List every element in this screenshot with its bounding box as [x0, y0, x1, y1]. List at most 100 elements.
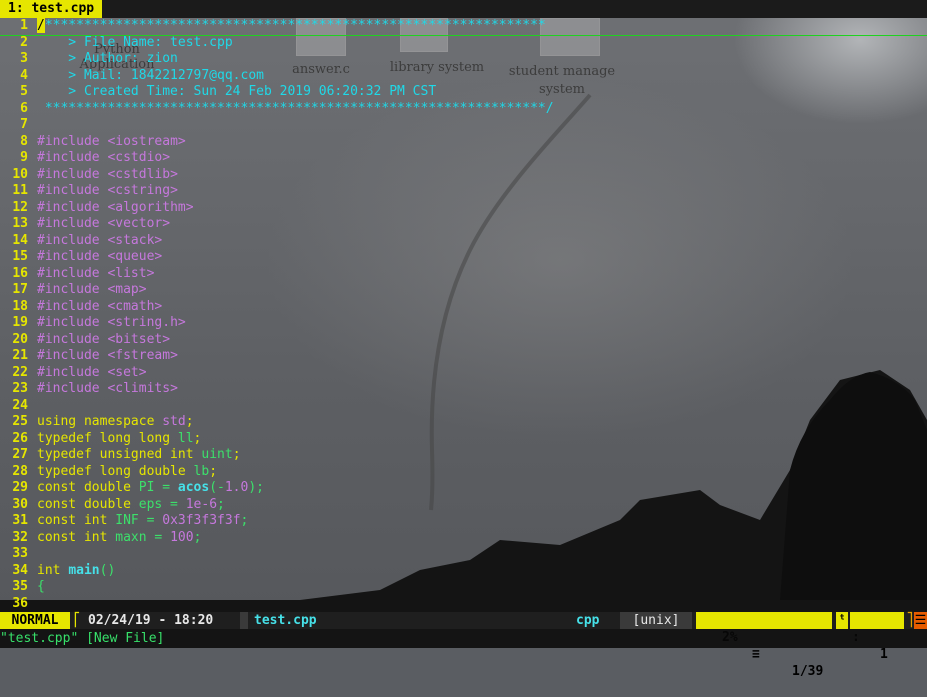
vim-editor-buffer[interactable]: 1/**************************************…	[0, 18, 927, 612]
code-line[interactable]: 30 const double eps = 1e-6;	[0, 497, 927, 514]
code-line[interactable]: 12 #include <algorithm>	[0, 200, 927, 217]
vim-command-line[interactable]: "test.cpp" [New File]	[0, 629, 927, 648]
code-line[interactable]: 25 using namespace std;	[0, 414, 927, 431]
menu-icon: ≡	[752, 647, 760, 662]
code-token: #include	[37, 282, 108, 297]
code-token: #include	[37, 232, 108, 248]
code-token: {	[37, 579, 45, 594]
line-position: 1/39	[792, 664, 824, 679]
code-line[interactable]: 16 #include <list>	[0, 266, 927, 283]
line-number: 11	[12, 183, 28, 198]
line-number: 31	[12, 513, 28, 528]
line-number: 34	[12, 562, 28, 578]
code-line[interactable]: 17 #include <map>	[0, 282, 927, 299]
code-line[interactable]: 24	[0, 398, 927, 415]
code-line[interactable]: 8 #include <iostream>	[0, 134, 927, 151]
code-line[interactable]: 6 **************************************…	[0, 101, 927, 118]
code-line[interactable]: 29 const double PI = acos(-1.0);	[0, 480, 927, 497]
code-token: uint	[201, 447, 233, 462]
code-line[interactable]: 15 #include <queue>	[0, 249, 927, 266]
code-token: <cstdlib>	[107, 166, 178, 182]
code-token: <string.h>	[107, 315, 186, 330]
code-token: <bitset>	[107, 331, 171, 347]
code-line[interactable]: 34 int main()	[0, 563, 927, 580]
code-token: (-	[209, 480, 225, 495]
line-number: 33	[12, 546, 28, 561]
code-token: ****************************************…	[37, 100, 554, 116]
code-line[interactable]: 14 #include <stack>	[0, 233, 927, 250]
code-token: #include	[37, 265, 108, 281]
line-number: 36	[12, 595, 28, 611]
code-line[interactable]: 4 > Mail: 1842212797@qq.com	[0, 68, 927, 85]
line-number: 15	[12, 249, 28, 264]
line-number: 2	[20, 34, 28, 50]
code-token: #include	[37, 133, 108, 149]
code-token: <cstdio>	[107, 150, 171, 165]
line-number: 1	[20, 18, 28, 33]
code-token: #include	[37, 381, 108, 396]
code-token: ;	[185, 414, 194, 429]
line-number: 12	[12, 199, 28, 215]
code-line[interactable]: 32 const int maxn = 100;	[0, 530, 927, 547]
tab-test-cpp[interactable]: 1: test.cpp	[0, 0, 103, 18]
code-token: #include	[37, 183, 108, 198]
code-line[interactable]: 11 #include <cstring>	[0, 183, 927, 200]
line-number: 35	[12, 579, 28, 594]
position-block: 2% ≡ 1/39	[696, 612, 832, 679]
code-line[interactable]: 23 #include <climits>	[0, 381, 927, 398]
code-token: 1.0	[224, 480, 249, 495]
code-token: ;	[232, 447, 241, 462]
line-number: 32	[12, 529, 28, 545]
code-token: <set>	[107, 364, 147, 380]
code-line[interactable]: 18 #include <cmath>	[0, 299, 927, 316]
code-line[interactable]: 1 /**************************************…	[0, 18, 927, 36]
code-token: #include	[37, 150, 108, 165]
line-number: 3	[20, 51, 28, 66]
code-token: ;	[193, 430, 202, 446]
code-token: #include	[37, 249, 108, 264]
code-token: #include	[37, 331, 108, 347]
vim-statusline: NORMAL ⎡ 02/24/19 - 18:20 test.cpp cpp […	[0, 612, 927, 679]
warning-separator: ⎤	[906, 613, 914, 628]
code-token: <queue>	[107, 249, 163, 264]
code-line[interactable]: 13 #include <vector>	[0, 216, 927, 233]
fileformat: [unix]	[620, 612, 692, 629]
code-line[interactable]: 21 #include <fstream>	[0, 348, 927, 365]
code-line[interactable]: 28 typedef long double lb;	[0, 464, 927, 481]
code-token: #include	[37, 364, 108, 380]
code-token: PI =	[138, 480, 178, 495]
code-line[interactable]: 3 > Author: zion	[0, 51, 927, 68]
line-number: 21	[12, 348, 28, 363]
code-token: ;	[217, 496, 225, 512]
code-line[interactable]: 27 typedef unsigned int uint;	[0, 447, 927, 464]
vim-tabline: 1: test.cpp	[0, 0, 927, 18]
code-line[interactable]: 36	[0, 596, 927, 613]
code-line[interactable]: 35 {	[0, 579, 927, 596]
code-line[interactable]: 19 #include <string.h>	[0, 315, 927, 332]
line-number: 28	[12, 463, 28, 479]
code-line[interactable]: 33	[0, 546, 927, 563]
warning-icon: ☰	[914, 612, 927, 629]
column-block: : 1	[850, 612, 904, 662]
line-number: 30	[12, 496, 28, 512]
code-line[interactable]: 22 #include <set>	[0, 365, 927, 382]
code-line[interactable]: 2 > File Name: test.cpp	[0, 35, 927, 52]
code-token: 0x3f3f3f3f	[162, 513, 241, 528]
code-line[interactable]: 7	[0, 117, 927, 134]
code-token: ll	[177, 430, 194, 446]
code-line[interactable]: 10 #include <cstdlib>	[0, 167, 927, 184]
code-token: const int	[37, 529, 116, 545]
code-token: <iostream>	[107, 133, 186, 149]
code-line[interactable]: 31 const int INF = 0x3f3f3f3f;	[0, 513, 927, 530]
code-token: ****************************************…	[44, 18, 546, 33]
line-number: 4	[20, 67, 28, 83]
code-line[interactable]: 26 typedef long long ll;	[0, 431, 927, 448]
code-line[interactable]: 9 #include <cstdio>	[0, 150, 927, 167]
code-line[interactable]: 20 #include <bitset>	[0, 332, 927, 349]
code-token: const double	[37, 480, 139, 495]
line-number: 7	[20, 117, 28, 132]
code-token: typedef unsigned int	[37, 447, 202, 462]
line-number: 8	[20, 133, 28, 149]
code-token: acos	[177, 480, 210, 495]
code-line[interactable]: 5 > Created Time: Sun 24 Feb 2019 06:20:…	[0, 84, 927, 101]
